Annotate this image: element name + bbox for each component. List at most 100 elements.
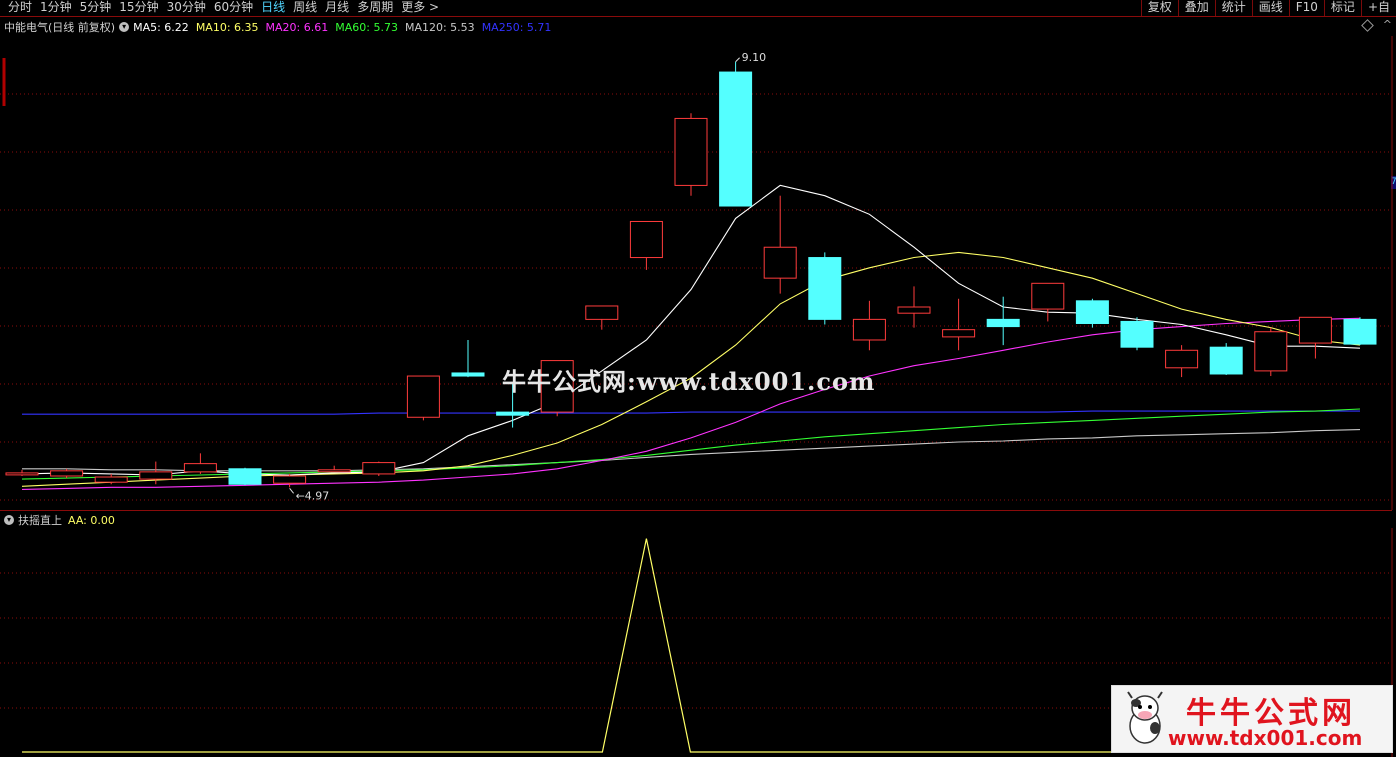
candle-body — [629, 220, 663, 259]
candle — [1031, 282, 1065, 322]
ma-label: MA10: 6.35 — [195, 20, 259, 34]
main-info-bar: 中能电气(日线 前复权) ▾ MA5: 6.22 MA10: 6.35 MA20: … — [4, 19, 558, 35]
candle — [1209, 343, 1243, 376]
toolbar-button[interactable]: +自 — [1360, 0, 1396, 16]
sub-indicator-menu-icon[interactable]: ▾ — [4, 515, 14, 525]
candle-body — [1209, 346, 1243, 375]
stock-title[interactable]: 中能电气(日线 前复权) — [4, 19, 115, 35]
candle — [5, 469, 39, 476]
candle — [808, 252, 842, 325]
period-tab[interactable]: 周线 — [289, 0, 321, 16]
high-pointer — [735, 57, 740, 63]
candle — [317, 465, 351, 473]
cow-mascot-icon — [1127, 691, 1163, 744]
toolbar-button[interactable]: 统计 — [1214, 0, 1252, 16]
indicator-menu-icon[interactable]: ▾ — [119, 22, 130, 32]
candle — [1165, 345, 1199, 378]
sub-indicator-value: AA: 0.00 — [68, 513, 115, 527]
toolbar-divider — [0, 16, 1396, 17]
candle-body — [585, 305, 619, 320]
candlestick-chart[interactable]: 9.10 ←4.97 — [0, 36, 1396, 510]
period-tab[interactable]: 15分钟 — [115, 0, 162, 16]
toolbar-button[interactable]: 画线 — [1251, 0, 1289, 16]
candle — [852, 300, 886, 351]
ma-label: MA20: 6.61 — [265, 20, 329, 34]
candle — [1298, 316, 1332, 359]
candle — [228, 467, 262, 486]
candle-body — [1075, 300, 1109, 324]
candle-body — [942, 329, 976, 338]
candle-body — [1254, 331, 1288, 372]
candle-body — [1031, 282, 1065, 310]
chevron-up-icon[interactable]: ^ — [1383, 18, 1392, 31]
candle-body — [496, 411, 530, 416]
right-toolbar: 复权 叠加 统计 画线 F10 标记 +自 — [1140, 0, 1396, 16]
toolbar-button[interactable]: 标记 — [1323, 0, 1361, 16]
candle — [1075, 298, 1109, 328]
toolbar-button[interactable]: F10 — [1288, 0, 1324, 16]
candle-body — [94, 476, 128, 483]
period-tab[interactable]: 日线 — [257, 0, 289, 16]
candle-body — [674, 117, 708, 186]
candle — [674, 113, 708, 196]
candle-body — [852, 318, 886, 341]
candle-body — [719, 71, 753, 207]
diamond-icon[interactable] — [1361, 19, 1374, 32]
candle-body — [897, 306, 931, 314]
candle-body — [183, 463, 217, 473]
site-logo: 牛牛公式网 www.tdx001.com — [1111, 685, 1393, 753]
candle-body — [50, 470, 84, 477]
high-price-label: 9.10 — [742, 51, 767, 64]
candle — [897, 286, 931, 328]
candle-body — [1120, 320, 1154, 348]
ma250-line — [22, 410, 1360, 415]
period-tab[interactable]: 多周期 — [353, 0, 397, 16]
period-tab[interactable]: 分时 — [4, 0, 36, 16]
ma5-line — [21, 184, 1361, 476]
period-toolbar: 分时 1分钟 5分钟 15分钟 30分钟 60分钟 日线 周线 月线 多周期 更多 > 复权 叠加 统计… — [0, 0, 1396, 16]
period-tab[interactable]: 更多 > — [397, 0, 443, 16]
sub-indicator-title[interactable]: 扶摇直上 — [18, 512, 62, 528]
candle — [719, 61, 753, 207]
logo-url: www.tdx001.com — [1168, 726, 1363, 750]
candle-body — [273, 475, 307, 484]
candle-body — [986, 318, 1020, 328]
toolbar-button[interactable]: 复权 — [1140, 0, 1178, 16]
ma-label: MA120: 5.53 — [404, 20, 475, 34]
candle-body — [451, 372, 485, 377]
candle — [1254, 327, 1288, 377]
candle — [451, 339, 485, 378]
candle — [986, 296, 1020, 346]
ma60-line — [21, 408, 1361, 480]
candle — [362, 461, 396, 476]
period-tab[interactable]: 月线 — [321, 0, 353, 16]
period-tab[interactable]: 60分钟 — [210, 0, 257, 16]
candle — [942, 298, 976, 351]
candle — [50, 468, 84, 479]
candle-body — [808, 257, 842, 320]
candle-body — [228, 468, 262, 485]
candle — [183, 453, 217, 474]
ma-labels: MA5: 6.22 MA10: 6.35 MA20: 6.61 MA60: 5.73 M… — [133, 21, 558, 34]
candle-body — [406, 375, 440, 418]
panel-divider — [0, 510, 1392, 511]
candle — [629, 220, 663, 270]
candle-body — [5, 472, 39, 476]
candle — [273, 473, 307, 488]
period-tabs: 分时 1分钟 5分钟 15分钟 30分钟 60分钟 日线 周线 月线 多周期 更多 > — [4, 0, 443, 16]
candle-body — [362, 462, 396, 475]
candle-body — [1298, 316, 1332, 344]
low-price-label: ←4.97 — [296, 489, 330, 502]
candle — [1343, 317, 1377, 346]
candle-body — [1165, 349, 1199, 369]
ma20-line — [21, 317, 1361, 490]
period-tab[interactable]: 30分钟 — [163, 0, 210, 16]
period-tab[interactable]: 1分钟 — [36, 0, 76, 16]
toolbar-button[interactable]: 叠加 — [1177, 0, 1215, 16]
candle — [1120, 317, 1154, 351]
watermark-text: 牛牛公式网:www.tdx001.com — [502, 367, 876, 396]
period-tab[interactable]: 5分钟 — [76, 0, 116, 16]
candle-body — [139, 471, 173, 480]
candle — [406, 375, 440, 421]
ma-label: MA60: 5.73 — [335, 20, 398, 34]
